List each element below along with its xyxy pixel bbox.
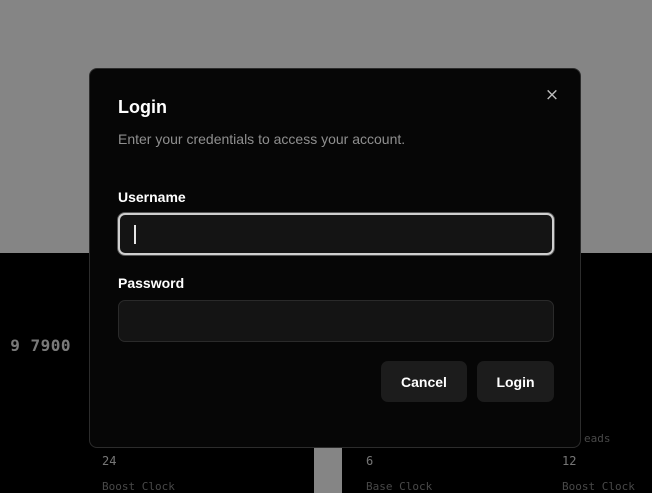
dialog-title: Login [118, 97, 167, 117]
close-icon[interactable]: × [544, 87, 560, 104]
dialog-description: Enter your credentials to access your ac… [118, 131, 406, 147]
username-input[interactable] [118, 213, 554, 255]
login-button[interactable]: Login [477, 361, 554, 402]
login-dialog: × Login Enter your credentials to access… [89, 68, 581, 448]
password-input[interactable] [118, 300, 554, 342]
password-label: Password [118, 275, 185, 291]
page: n 9 7900 eads 24 6 12 Boost Clock Base C… [0, 0, 652, 493]
text-caret [134, 225, 136, 244]
cancel-button[interactable]: Cancel [381, 361, 467, 402]
username-label: Username [118, 189, 186, 205]
